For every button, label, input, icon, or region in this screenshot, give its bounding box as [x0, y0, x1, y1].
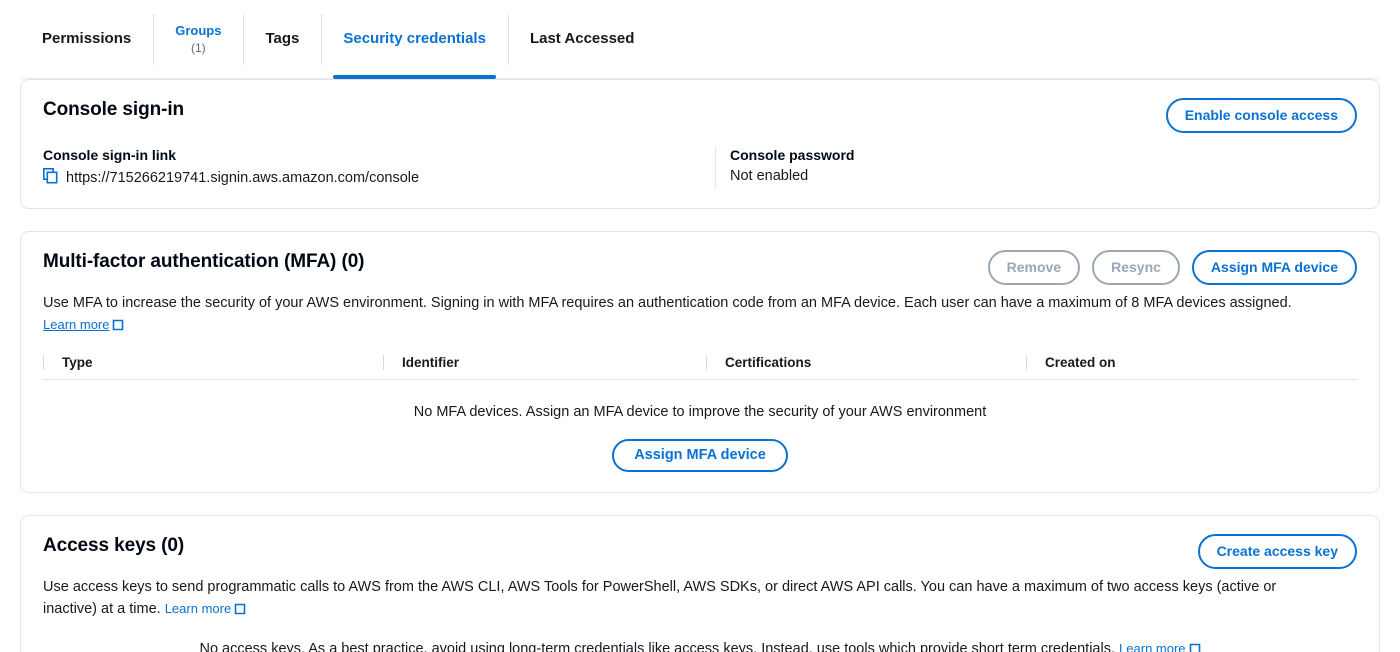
- console-signin-link-label: Console sign-in link: [43, 147, 177, 163]
- console-signin-body: Console sign-in link https://71526621974…: [43, 147, 1357, 188]
- access-keys-header: Access keys (0) Create access key: [43, 534, 1357, 570]
- console-signin-title: Console sign-in: [43, 99, 185, 120]
- mfa-column-type[interactable]: Type: [43, 354, 383, 370]
- tab-groups-count: (1): [191, 41, 206, 56]
- access-keys-empty-text: No access keys. As a best practice, avoi…: [43, 639, 1357, 652]
- tab-label: Permissions: [42, 30, 132, 48]
- mfa-table-header: Type Identifier Certifications Created o…: [43, 354, 1357, 380]
- copy-icon[interactable]: [43, 168, 58, 188]
- mfa-empty-assign-device-button[interactable]: Assign MFA device: [612, 439, 788, 473]
- tab-tags[interactable]: Tags: [243, 0, 321, 79]
- access-keys-card: Access keys (0) Create access key Use ac…: [20, 515, 1380, 652]
- mfa-card: Multi-factor authentication (MFA) (0) Re…: [20, 231, 1380, 494]
- console-password-group: Console password Not enabled: [715, 147, 1357, 188]
- mfa-assign-device-button[interactable]: Assign MFA device: [1191, 250, 1357, 285]
- access-keys-title: Access keys (0): [43, 535, 185, 557]
- access-keys-learn-more-link[interactable]: Learn more: [165, 601, 231, 616]
- access-keys-empty-learn-more-link[interactable]: Learn more: [1119, 641, 1185, 652]
- console-password-value: Not enabled: [730, 168, 809, 184]
- console-signin-link-value[interactable]: https://715266219741.signin.aws.amazon.c…: [66, 170, 419, 186]
- access-keys-empty-state: No access keys. As a best practice, avoi…: [43, 623, 1357, 652]
- mfa-empty-action: Assign MFA device: [43, 439, 1357, 473]
- mfa-column-identifier[interactable]: Identifier: [383, 354, 706, 370]
- tab-last-accessed[interactable]: Last Accessed: [507, 0, 657, 79]
- tab-label: Security credentials: [343, 30, 486, 48]
- tab-label: Last Accessed: [529, 30, 635, 48]
- tab-permissions[interactable]: Permissions: [20, 0, 153, 79]
- external-link-icon: [234, 601, 246, 623]
- external-link-icon: [1189, 641, 1201, 652]
- console-signin-link-group: Console sign-in link https://71526621974…: [43, 147, 715, 188]
- mfa-resync-button[interactable]: Resync: [1092, 250, 1180, 285]
- create-access-key-button[interactable]: Create access key: [1197, 534, 1357, 570]
- access-keys-empty-message: No access keys. As a best practice, avoi…: [199, 640, 1116, 652]
- console-signin-link-value-row: https://715266219741.signin.aws.amazon.c…: [43, 168, 695, 188]
- console-signin-actions: Enable console access: [1165, 98, 1357, 133]
- mfa-remove-button[interactable]: Remove: [987, 250, 1081, 285]
- tab-label: Groups: [175, 22, 222, 38]
- mfa-description-text: Use MFA to increase the security of your…: [43, 295, 1292, 311]
- mfa-learn-more-link[interactable]: Learn more: [43, 317, 109, 332]
- mfa-empty-state: No MFA devices. Assign an MFA device to …: [43, 380, 1357, 473]
- mfa-empty-text: No MFA devices. Assign an MFA device to …: [413, 403, 987, 420]
- mfa-title: Multi-factor authentication (MFA) (0): [43, 251, 365, 272]
- enable-console-access-button[interactable]: Enable console access: [1165, 98, 1357, 133]
- mfa-description: Use MFA to increase the security of your…: [43, 293, 1333, 339]
- mfa-column-created-on[interactable]: Created on: [1026, 354, 1357, 370]
- tab-bar: Permissions Groups (1) Tags Security cre…: [0, 0, 1400, 79]
- tab-security-credentials[interactable]: Security credentials: [321, 0, 508, 79]
- access-keys-actions: Create access key: [1197, 534, 1357, 570]
- access-keys-description: Use access keys to send programmatic cal…: [43, 577, 1333, 623]
- console-signin-card: Console sign-in Enable console access Co…: [20, 79, 1380, 209]
- tab-label: Tags: [265, 30, 300, 48]
- console-signin-header: Console sign-in Enable console access: [43, 98, 1357, 133]
- tab-groups[interactable]: Groups (1): [153, 0, 243, 79]
- external-link-icon: [112, 317, 124, 339]
- mfa-column-certifications[interactable]: Certifications: [706, 354, 1026, 370]
- console-password-label: Console password: [730, 147, 855, 163]
- mfa-actions: Remove Resync Assign MFA device: [987, 250, 1357, 285]
- mfa-header: Multi-factor authentication (MFA) (0) Re…: [43, 250, 1357, 285]
